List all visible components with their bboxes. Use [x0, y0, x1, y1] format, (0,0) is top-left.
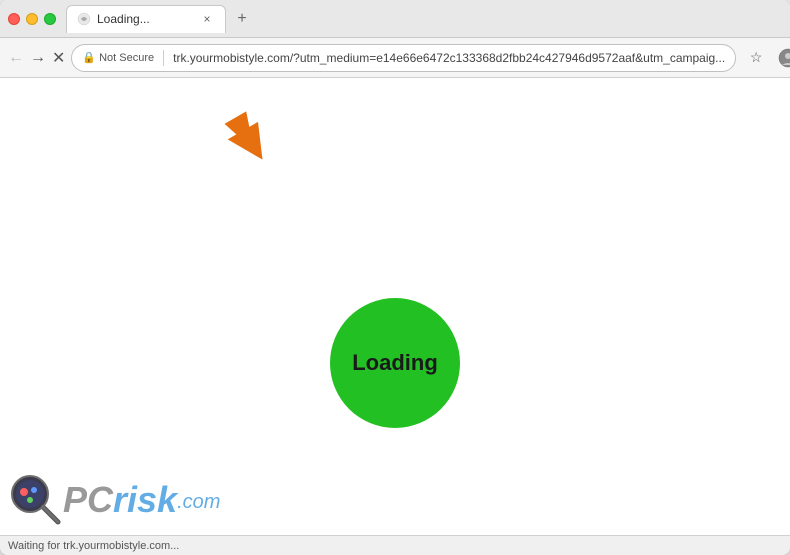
page-content: Loading PC risk .com	[0, 78, 790, 535]
status-bar: Waiting for trk.yourmobistyle.com...	[0, 535, 790, 555]
minimize-button[interactable]	[26, 13, 38, 25]
tab-bar: Loading... × +	[66, 5, 782, 33]
url-text: trk.yourmobistyle.com/?utm_medium=e14e66…	[173, 51, 725, 65]
url-divider	[163, 50, 164, 66]
lock-icon: 🔒	[82, 51, 96, 64]
profile-icon	[778, 48, 790, 68]
pcrisk-watermark: PC risk .com	[8, 472, 220, 527]
security-badge: 🔒 Not Secure	[82, 51, 154, 64]
security-label: Not Secure	[99, 52, 154, 64]
status-text: Waiting for trk.yourmobistyle.com...	[8, 540, 179, 552]
loading-text: Loading	[352, 350, 438, 376]
browser-window: Loading... × + ← → ✕ 🔒 Not Secure trk.yo…	[0, 0, 790, 555]
maximize-button[interactable]	[44, 13, 56, 25]
tab-title: Loading...	[97, 12, 193, 26]
tab-close-button[interactable]: ×	[199, 11, 215, 27]
address-bar: ← → ✕ 🔒 Not Secure trk.yourmobistyle.com…	[0, 38, 790, 78]
reload-button[interactable]: ✕	[52, 44, 65, 72]
window-controls	[8, 13, 56, 25]
pcrisk-pc-text: PC	[63, 482, 113, 518]
pcrisk-icon	[8, 472, 63, 527]
active-tab[interactable]: Loading... ×	[66, 5, 226, 33]
pcrisk-risk-text: risk	[113, 482, 177, 518]
profile-button[interactable]	[774, 44, 790, 72]
toolbar-right: ☆ !	[742, 44, 790, 72]
arrow-icon	[220, 108, 280, 173]
pcrisk-dotcom-text: .com	[177, 491, 220, 514]
pcrisk-text-group: PC risk .com	[63, 482, 220, 518]
tab-favicon-icon	[77, 12, 91, 26]
forward-button[interactable]: →	[30, 44, 46, 72]
back-button[interactable]: ←	[8, 44, 24, 72]
bookmark-button[interactable]: ☆	[742, 44, 770, 72]
loading-circle: Loading	[330, 298, 460, 428]
title-bar: Loading... × +	[0, 0, 790, 38]
url-bar[interactable]: 🔒 Not Secure trk.yourmobistyle.com/?utm_…	[71, 44, 736, 72]
close-button[interactable]	[8, 13, 20, 25]
new-tab-button[interactable]: +	[230, 7, 254, 31]
